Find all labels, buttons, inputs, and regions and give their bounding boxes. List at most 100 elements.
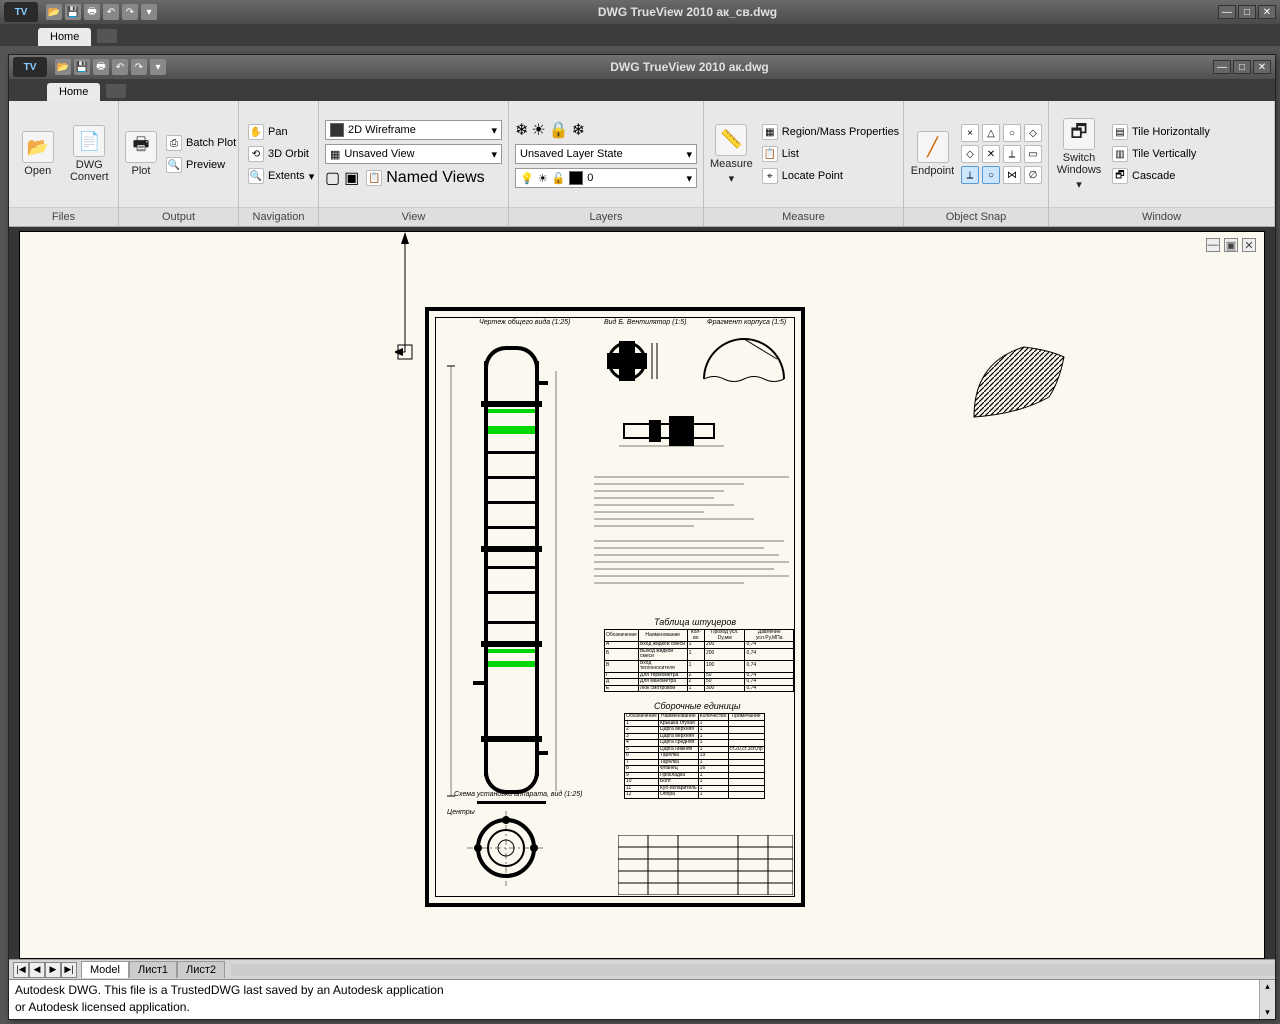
view-a-icon[interactable]: ▢ [325, 168, 340, 188]
saved-view-combo[interactable]: ▦Unsaved View▾ [325, 144, 502, 164]
minimize-button[interactable]: — [1218, 5, 1236, 19]
open-button[interactable]: 📂Open [15, 131, 61, 177]
tab-first-icon[interactable]: |◀ [13, 962, 29, 978]
qat-save-icon[interactable]: 💾 [74, 59, 90, 75]
vp-close-icon[interactable]: ✕ [1242, 238, 1256, 252]
inner-mail-icon[interactable] [106, 84, 126, 98]
app-menu-icon[interactable]: TV [4, 2, 38, 22]
panel-osnap-label: Object Snap [904, 207, 1048, 226]
inner-minimize-button[interactable]: — [1213, 60, 1231, 74]
visual-style-combo[interactable]: 2D Wireframe▾ [325, 120, 502, 140]
batch-plot-button[interactable]: ⎙Batch Plot [163, 134, 239, 152]
orbit-button[interactable]: ⟲3D Orbit [245, 145, 317, 163]
qat-more-icon[interactable]: ▾ [141, 4, 157, 20]
plot-button[interactable]: 🖶Plot [125, 131, 157, 177]
current-layer-combo[interactable]: 💡☀🔓0▾ [515, 168, 697, 188]
qat-redo-icon[interactable]: ↷ [122, 4, 138, 20]
tab-model[interactable]: Model [81, 961, 129, 978]
convert-icon: 📄 [73, 125, 105, 157]
close-button[interactable]: ✕ [1258, 5, 1276, 19]
qat-print-icon[interactable]: 🖶 [93, 59, 109, 75]
snap-cen-icon[interactable]: ○ [1003, 124, 1021, 142]
region-props-button[interactable]: ▦Region/Mass Properties [759, 123, 902, 141]
mail-icon[interactable] [97, 29, 117, 43]
snap-end-icon[interactable]: × [961, 124, 979, 142]
cmd-scrollbar[interactable]: ▴▾ [1259, 980, 1275, 1019]
cmd-line1: Autodesk DWG. This file is a TrustedDWG … [15, 982, 1269, 999]
vp-minimize-icon[interactable]: — [1206, 238, 1220, 252]
preview-button[interactable]: 🔍Preview [163, 156, 239, 174]
fragment-label: Фрагмент корпуса (1:5) [707, 319, 786, 326]
layer-off-icon[interactable]: ☀ [531, 120, 545, 140]
panel-nav-label: Navigation [239, 207, 318, 226]
endpoint-button[interactable]: ╱Endpoint [910, 131, 955, 177]
list-icon: 📋 [762, 146, 778, 162]
locate-point-button[interactable]: ⌖Locate Point [759, 167, 902, 185]
vp-restore-icon[interactable]: ▣ [1224, 238, 1238, 252]
list-button[interactable]: 📋List [759, 145, 902, 163]
view-b-icon[interactable]: ▣ [344, 168, 359, 188]
qat-open-icon[interactable]: 📂 [46, 4, 62, 20]
vessel-drawing [459, 341, 569, 796]
snap-ext-icon[interactable]: ⟂ [1003, 145, 1021, 163]
extents-button[interactable]: 🔍Extents▾ [245, 167, 317, 185]
snap-per-icon[interactable]: ⟂ [961, 166, 979, 184]
dwg-convert-button[interactable]: 📄DWG Convert [67, 125, 113, 183]
tab-next-icon[interactable]: ▶ [45, 962, 61, 978]
layer-lock-icon[interactable]: 🔒 [549, 120, 569, 140]
layer-iso-icon[interactable]: ❄ [515, 120, 528, 140]
bottom-view-label: Схема установки аппарата, вид (1:25) [454, 791, 583, 798]
measure-button[interactable]: 📏Measure▾ [710, 124, 753, 185]
maximize-button[interactable]: □ [1238, 5, 1256, 19]
named-views-button[interactable]: 📋Named Views [363, 168, 487, 188]
snap-int-icon[interactable]: ✕ [982, 145, 1000, 163]
inner-maximize-button[interactable]: □ [1233, 60, 1251, 74]
snap-quad-icon[interactable]: ◇ [961, 145, 979, 163]
tab-home[interactable]: Home [38, 28, 91, 46]
switch-windows-button[interactable]: 🗗Switch Windows▾ [1055, 118, 1103, 191]
qat-more-icon[interactable]: ▾ [150, 59, 166, 75]
locate-icon: ⌖ [762, 168, 778, 184]
units-table: ОбозначениеНаименованиеКоличествоПримеча… [624, 713, 794, 799]
tile-h-button[interactable]: ▤Tile Horizontally [1109, 123, 1213, 141]
drawing-area[interactable]: — ▣ ✕ Чертеж общего вида (1:25) Вид Б. В… [9, 227, 1275, 1019]
snap-ins-icon[interactable]: ▭ [1024, 145, 1042, 163]
panel-files-label: Files [9, 207, 118, 226]
tab-prev-icon[interactable]: ◀ [29, 962, 45, 978]
tab-list2[interactable]: Лист2 [177, 961, 225, 978]
model-viewport[interactable]: — ▣ ✕ Чертеж общего вида (1:25) Вид Б. В… [19, 231, 1265, 959]
inner-close-button[interactable]: ✕ [1253, 60, 1271, 74]
layer-state-combo[interactable]: Unsaved Layer State▾ [515, 144, 697, 164]
fragment-detail [699, 329, 789, 384]
snap-node-icon[interactable]: ◇ [1024, 124, 1042, 142]
hscroll-track[interactable] [231, 964, 1275, 976]
snap-tan-icon[interactable]: ○ [982, 166, 1000, 184]
centerline-label: Центры [447, 809, 475, 816]
view-icon: ▦ [330, 148, 340, 161]
cascade-button[interactable]: 🗗Cascade [1109, 167, 1213, 185]
switch-icon: 🗗 [1063, 118, 1095, 150]
tile-v-button[interactable]: ▥Tile Vertically [1109, 145, 1213, 163]
tab-last-icon[interactable]: ▶| [61, 962, 77, 978]
qat-redo-icon[interactable]: ↷ [131, 59, 147, 75]
panel-measure-label: Measure [704, 207, 903, 226]
qat-undo-icon[interactable]: ↶ [112, 59, 128, 75]
snap-none-icon[interactable]: ∅ [1024, 166, 1042, 184]
printer-icon: 🖶 [125, 131, 157, 163]
layer-freeze-icon[interactable]: ❄ [572, 120, 585, 140]
inner-titlebar: TV 📂 💾 🖶 ↶ ↷ ▾ DWG TrueView 2010 ак.dwg … [9, 55, 1275, 79]
inner-app-menu-icon[interactable]: TV [13, 57, 47, 77]
snap-near-icon[interactable]: ⋈ [1003, 166, 1021, 184]
tab-list1[interactable]: Лист1 [129, 961, 177, 978]
folder-open-icon: 📂 [22, 131, 54, 163]
snap-mid-icon[interactable]: △ [982, 124, 1000, 142]
outer-tabstrip: Home [0, 24, 1280, 46]
qat-print-icon[interactable]: 🖶 [84, 4, 100, 20]
qat-open-icon[interactable]: 📂 [55, 59, 71, 75]
inner-tab-home[interactable]: Home [47, 83, 100, 101]
pan-button[interactable]: ✋Pan [245, 123, 317, 141]
qat-save-icon[interactable]: 💾 [65, 4, 81, 20]
wireframe-icon [330, 123, 344, 137]
qat-undo-icon[interactable]: ↶ [103, 4, 119, 20]
command-line[interactable]: Autodesk DWG. This file is a TrustedDWG … [9, 979, 1275, 1019]
